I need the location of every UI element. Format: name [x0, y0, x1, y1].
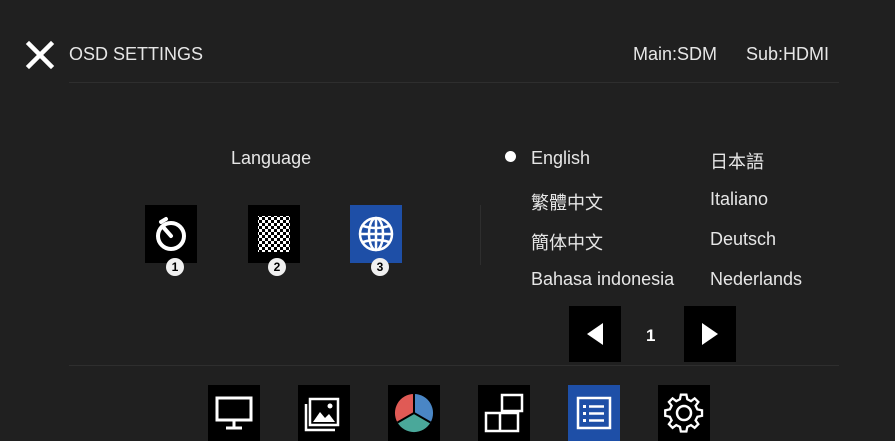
- close-icon: [25, 40, 55, 70]
- language-option-nederlands[interactable]: Nederlands: [710, 269, 802, 290]
- globe-icon: [358, 216, 394, 252]
- nav-setup[interactable]: [568, 385, 620, 441]
- gear-icon: [664, 393, 704, 433]
- prev-page-button[interactable]: [569, 306, 621, 362]
- language-option-italiano[interactable]: Italiano: [710, 189, 768, 210]
- language-option-english[interactable]: English: [531, 148, 590, 169]
- nav-picture[interactable]: [298, 385, 350, 441]
- vertical-divider: [480, 205, 481, 265]
- tile-badge: 1: [166, 258, 184, 276]
- monitor-icon: [215, 396, 253, 430]
- next-page-button[interactable]: [684, 306, 736, 362]
- language-option-japanese[interactable]: 日本語: [710, 148, 764, 174]
- triangle-left-icon: [587, 323, 603, 345]
- nav-pip[interactable]: [478, 385, 530, 441]
- timer-icon: [156, 217, 186, 251]
- picture-icon: [304, 397, 340, 432]
- sub-source-label: Sub:HDMI: [746, 44, 830, 64]
- language-tile[interactable]: [350, 205, 402, 263]
- language-option-simplified-chinese[interactable]: 簡体中文: [531, 229, 603, 255]
- settings-list-icon: [576, 396, 612, 430]
- main-source-label: Main:SDM: [633, 44, 718, 64]
- timer-tile[interactable]: [145, 205, 197, 263]
- header-divider: [69, 82, 839, 83]
- page-title: OSD SETTINGS: [69, 44, 204, 64]
- tile-badge: 3: [371, 258, 389, 276]
- triangle-right-icon: [702, 323, 718, 345]
- nav-display[interactable]: [208, 385, 260, 441]
- tile-badge: 2: [268, 258, 286, 276]
- language-option-deutsch[interactable]: Deutsch: [710, 229, 776, 250]
- language-option-bahasa-indonesia[interactable]: Bahasa indonesia: [531, 269, 674, 290]
- color-wheel-icon: [394, 393, 434, 433]
- footer-divider: [69, 365, 839, 366]
- language-option-traditional-chinese[interactable]: 繁體中文: [531, 189, 603, 215]
- close-button[interactable]: [25, 40, 55, 70]
- pattern-tile[interactable]: [248, 205, 300, 263]
- selected-indicator: [505, 151, 516, 162]
- nav-system[interactable]: [658, 385, 710, 441]
- checkerboard-icon: [258, 216, 290, 252]
- nav-color[interactable]: [388, 385, 440, 441]
- pip-layout-icon: [484, 393, 524, 433]
- section-label: Language: [231, 148, 312, 168]
- page-number: 1: [646, 326, 656, 345]
